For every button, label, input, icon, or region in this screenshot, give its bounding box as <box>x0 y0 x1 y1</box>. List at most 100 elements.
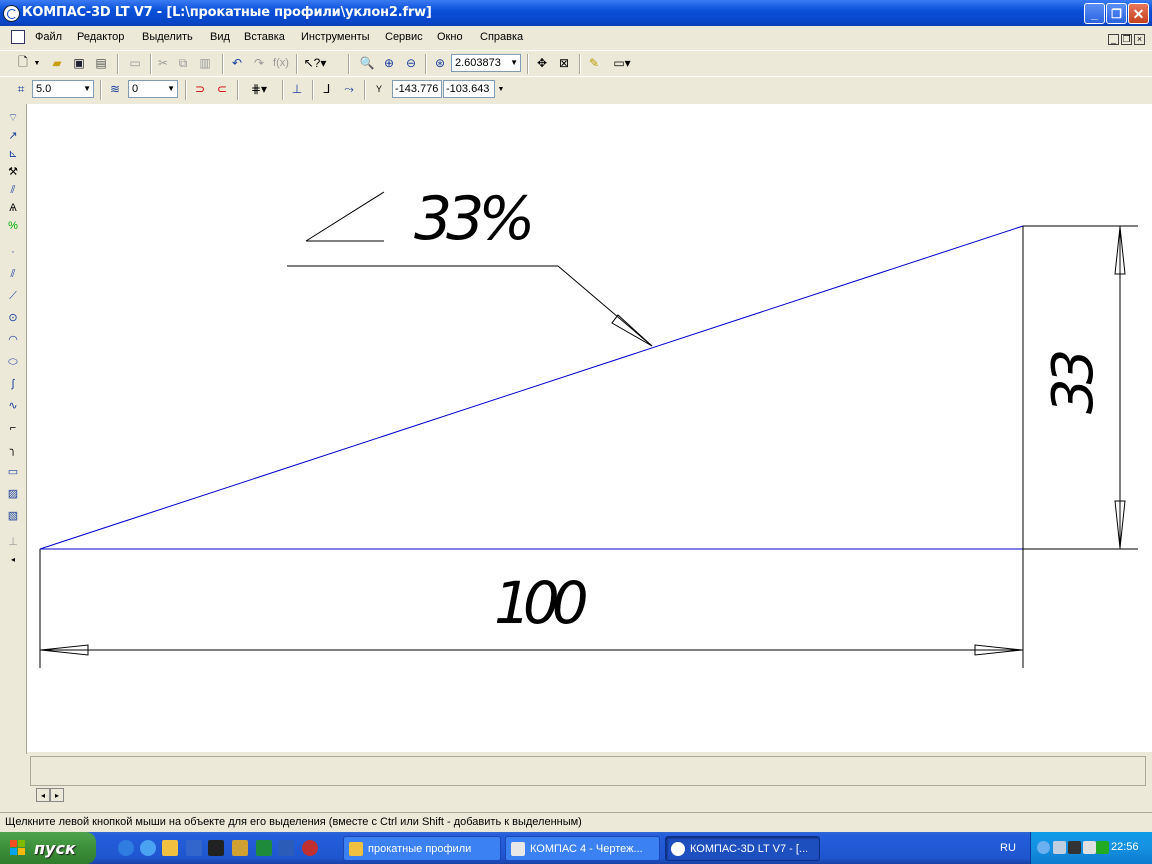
chevron-down-icon[interactable]: ▼ <box>83 81 91 97</box>
save-icon[interactable]: ▣ <box>70 54 88 72</box>
scroll-left-icon[interactable]: ◂ <box>5 552 21 568</box>
orthogonal-icon[interactable]: ⅃ <box>318 80 336 98</box>
menu-insert[interactable]: Вставка <box>244 31 285 43</box>
tray-antivirus-icon[interactable] <box>1068 841 1081 854</box>
menu-service[interactable]: Сервис <box>385 31 423 43</box>
menu-help[interactable]: Справка <box>480 31 523 43</box>
auxiliary-line-icon[interactable]: ⫽ <box>5 266 21 282</box>
fillet-icon[interactable]: ╮ <box>5 442 21 458</box>
slope-label[interactable]: 33% <box>414 184 536 254</box>
function-icon[interactable]: f(x) <box>270 54 292 72</box>
contour-icon[interactable]: ▧ <box>5 508 21 524</box>
vertical-dimension-label[interactable]: 33 <box>1041 351 1106 414</box>
kompas-app-icon[interactable] <box>3 5 20 22</box>
toolbar-overflow-icon[interactable]: ▼ <box>496 80 506 98</box>
print-preview-icon[interactable]: ▤ <box>92 54 110 72</box>
new-dropdown-icon[interactable]: ▼ <box>32 54 42 72</box>
hatch-icon[interactable]: ▨ <box>5 486 21 502</box>
point-icon[interactable]: · <box>5 244 21 260</box>
zoom-window-icon[interactable]: 🔍 <box>358 54 376 72</box>
redo-icon[interactable]: ↷ <box>250 54 268 72</box>
tray-bug-icon[interactable] <box>1096 841 1109 854</box>
zoom-out-icon[interactable]: ⊖ <box>402 54 420 72</box>
zoom-in-icon[interactable]: ⊕ <box>380 54 398 72</box>
maximize-button[interactable]: ❐ <box>1106 3 1127 24</box>
segment-icon[interactable]: ⟋ <box>5 288 21 304</box>
close-button[interactable]: ✕ <box>1128 3 1149 24</box>
copy-icon[interactable]: ⧉ <box>174 54 192 72</box>
menu-view[interactable]: Вид <box>210 31 230 43</box>
document-icon[interactable] <box>11 30 25 44</box>
quicklaunch-app-icon[interactable] <box>186 840 202 856</box>
grid-icon[interactable]: ⋕▾ <box>243 80 275 98</box>
drawing-canvas[interactable]: 33% 100 33 <box>27 104 1152 752</box>
menu-editor[interactable]: Редактор <box>77 31 124 43</box>
quicklaunch-word-icon[interactable] <box>278 840 294 856</box>
quicklaunch-excel-icon[interactable] <box>256 840 272 856</box>
minimize-button[interactable]: _ <box>1084 3 1105 24</box>
local-snap-icon[interactable]: ⊂ <box>213 80 231 98</box>
zoom-scale-icon[interactable]: ⊛ <box>431 54 449 72</box>
coord-y-field[interactable]: -103.643 <box>443 80 495 98</box>
parametric-panel-icon[interactable]: ⫽ <box>5 182 21 198</box>
undo-icon[interactable]: ↶ <box>228 54 246 72</box>
tray-arrow-icon[interactable] <box>1037 841 1050 854</box>
quicklaunch-editor-icon[interactable] <box>232 840 248 856</box>
quicklaunch-folder-icon[interactable] <box>162 840 178 856</box>
layer-combo[interactable]: 0 ▼ <box>128 80 178 98</box>
clock[interactable]: 22:56 <box>1111 841 1139 853</box>
polyline-icon[interactable]: ∫ <box>5 376 21 392</box>
tray-network-icon[interactable] <box>1053 841 1066 854</box>
snap-magnet-icon[interactable]: ⊃ <box>191 80 209 98</box>
scroll-right-button[interactable]: ▸ <box>50 788 64 802</box>
horizontal-dimension-label[interactable]: 100 <box>494 569 594 637</box>
zoom-combo[interactable]: 2.603873 ▼ <box>451 54 521 72</box>
arc-icon[interactable]: ◠ <box>5 332 21 348</box>
redraw-icon[interactable]: ✎ <box>585 54 603 72</box>
language-indicator[interactable]: RU <box>1000 842 1016 854</box>
local-cs-icon[interactable]: ⊥ <box>288 80 306 98</box>
quicklaunch-media-icon[interactable] <box>302 840 318 856</box>
mdi-close-button[interactable]: × <box>1134 34 1145 45</box>
chevron-down-icon[interactable]: ▼ <box>167 81 175 97</box>
slope-line[interactable] <box>39 225 1024 550</box>
parametric-icon[interactable]: ⤳ <box>340 80 358 98</box>
task-kompas-lt[interactable]: КОМПАС-3D LT V7 - [... <box>665 836 820 861</box>
mdi-restore-button[interactable]: ❐ <box>1121 34 1132 45</box>
show-all-icon[interactable]: ⊠ <box>555 54 573 72</box>
menu-select[interactable]: Выделить <box>142 31 193 43</box>
context-help-icon[interactable]: ↖?▾ <box>300 54 330 72</box>
task-folder[interactable]: прокатные профили <box>343 836 501 861</box>
scroll-left-button[interactable]: ◂ <box>36 788 50 802</box>
open-folder-icon[interactable]: ▰ <box>48 54 66 72</box>
rectangle-icon[interactable]: ▭ <box>5 464 21 480</box>
edit-panel-icon[interactable]: ⚒ <box>5 164 21 180</box>
chamfer-icon[interactable]: ⌐ <box>5 420 21 436</box>
measure-panel-icon[interactable]: Ѧ <box>5 200 21 216</box>
quicklaunch-browser-icon[interactable] <box>118 840 134 856</box>
menu-tools[interactable]: Инструменты <box>301 31 370 43</box>
symbols-panel-icon[interactable]: ⊾ <box>5 146 21 162</box>
quicklaunch-game-icon[interactable] <box>208 840 224 856</box>
start-button[interactable]: пуск <box>0 832 96 864</box>
spline-icon[interactable]: ∿ <box>5 398 21 414</box>
circle-icon[interactable]: ⊙ <box>5 310 21 326</box>
tray-mail-icon[interactable] <box>1083 841 1096 854</box>
chevron-down-icon[interactable]: ▼ <box>510 55 518 71</box>
menu-window[interactable]: Окно <box>437 31 463 43</box>
dimension-panel-icon[interactable]: ↗ <box>5 128 21 144</box>
coord-x-field[interactable]: -143.776 <box>392 80 442 98</box>
title-bar[interactable]: КОМПАС-3D LT V7 - [L:\прокатные профили\… <box>0 0 1152 26</box>
menu-file[interactable]: Файл <box>35 31 62 43</box>
task-kompas4[interactable]: КОМПАС 4 - Чертеж... <box>505 836 660 861</box>
paste-icon[interactable]: ▥ <box>196 54 214 72</box>
select-panel-icon[interactable]: % <box>5 218 21 234</box>
ellipse-icon[interactable]: ⬭ <box>5 354 21 370</box>
new-document-icon[interactable]: 🗋 <box>14 54 32 72</box>
quicklaunch-ie-icon[interactable] <box>140 840 156 856</box>
mdi-minimize-button[interactable]: _ <box>1108 34 1119 45</box>
geometry-panel-icon[interactable]: ⌔ <box>5 110 21 126</box>
layers-icon[interactable]: ≋ <box>106 80 124 98</box>
cut-icon[interactable]: ✂ <box>154 54 172 72</box>
print-icon[interactable]: ▭ <box>126 54 144 72</box>
